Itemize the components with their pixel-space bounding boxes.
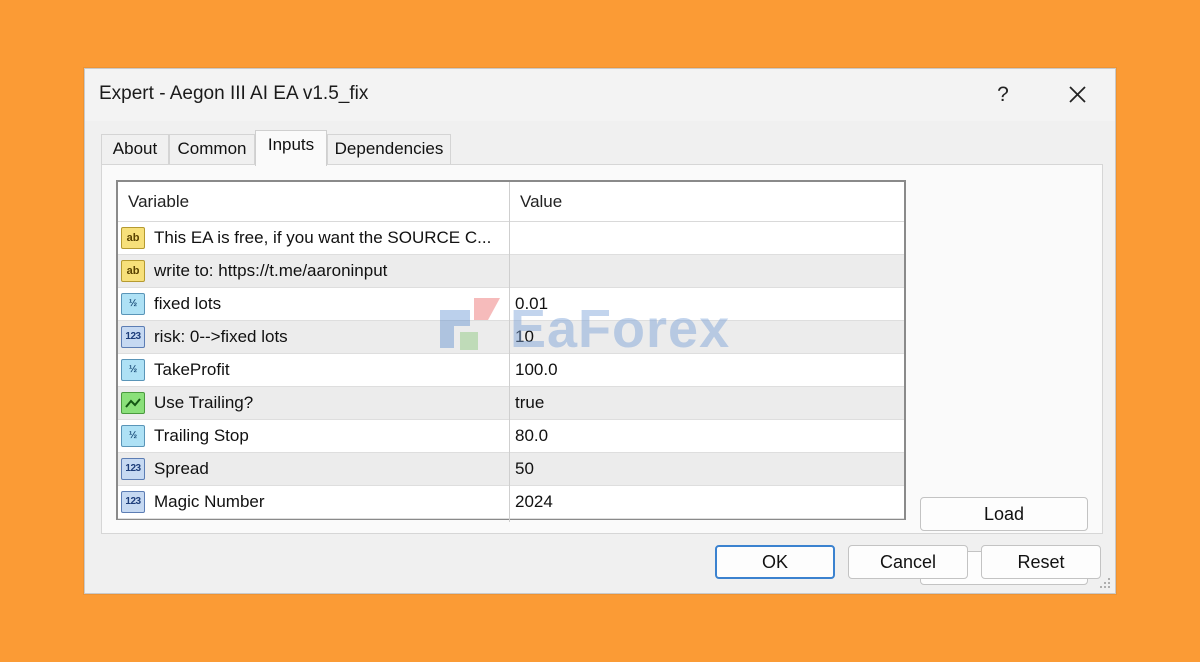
- table-row[interactable]: ½ TakeProfit 100.0: [118, 354, 904, 387]
- row-variable: This EA is free, if you want the SOURCE …: [154, 228, 492, 247]
- table-row[interactable]: 123 Spread 50: [118, 453, 904, 486]
- column-divider[interactable]: [509, 182, 510, 522]
- tab-about[interactable]: About: [101, 134, 169, 164]
- row-variable: Spread: [154, 459, 209, 478]
- row-value[interactable]: 100.0: [515, 360, 558, 380]
- double-icon: ½: [121, 425, 145, 447]
- bool-icon: [121, 392, 145, 414]
- integer-icon: 123: [121, 491, 145, 513]
- table-row[interactable]: ½ Trailing Stop 80.0: [118, 420, 904, 453]
- row-variable: TakeProfit: [154, 360, 230, 379]
- row-variable: fixed lots: [154, 294, 222, 313]
- row-value[interactable]: 50: [515, 459, 534, 479]
- double-icon: ½: [121, 293, 145, 315]
- tab-common[interactable]: Common: [169, 134, 255, 164]
- inputs-grid: Variable Value ab This EA is free, if yo…: [116, 180, 906, 522]
- double-icon: ½: [121, 359, 145, 381]
- help-button[interactable]: ?: [985, 79, 1021, 111]
- reset-button[interactable]: Reset: [981, 545, 1101, 579]
- table-row[interactable]: 123 Magic Number 2024: [118, 486, 904, 519]
- string-icon: ab: [121, 260, 145, 282]
- load-button[interactable]: Load: [920, 497, 1088, 531]
- row-variable: Trailing Stop: [154, 426, 249, 445]
- row-variable: Use Trailing?: [154, 393, 254, 412]
- table-row[interactable]: ab This EA is free, if you want the SOUR…: [118, 222, 904, 255]
- row-value[interactable]: 2024: [515, 492, 553, 512]
- title-bar: Expert - Aegon III AI EA v1.5_fix ?: [85, 69, 1115, 121]
- tab-dependencies[interactable]: Dependencies: [327, 134, 451, 164]
- table-row[interactable]: Use Trailing? true: [118, 387, 904, 420]
- grid-header: Variable Value: [118, 182, 904, 222]
- row-value[interactable]: 10: [515, 327, 534, 347]
- row-value[interactable]: true: [515, 393, 544, 413]
- table-row[interactable]: ½ fixed lots 0.01: [118, 288, 904, 321]
- row-value[interactable]: 0.01: [515, 294, 548, 314]
- column-header-variable[interactable]: Variable: [128, 192, 189, 212]
- window-title: Expert - Aegon III AI EA v1.5_fix: [99, 83, 369, 104]
- column-header-value[interactable]: Value: [520, 192, 562, 212]
- integer-icon: 123: [121, 458, 145, 480]
- cancel-button[interactable]: Cancel: [848, 545, 968, 579]
- string-icon: ab: [121, 227, 145, 249]
- row-value[interactable]: 80.0: [515, 426, 548, 446]
- row-variable: risk: 0-->fixed lots: [154, 327, 288, 346]
- table-row[interactable]: ab write to: https://t.me/aaroninput: [118, 255, 904, 288]
- resize-grip-icon[interactable]: [1099, 577, 1111, 589]
- row-variable: Magic Number: [154, 492, 265, 511]
- tab-inputs[interactable]: Inputs: [255, 130, 327, 166]
- row-variable: write to: https://t.me/aaroninput: [154, 261, 388, 280]
- close-button[interactable]: [1059, 77, 1095, 113]
- ok-button[interactable]: OK: [715, 545, 835, 579]
- inputs-panel: Variable Value ab This EA is free, if yo…: [101, 164, 1103, 585]
- integer-icon: 123: [121, 326, 145, 348]
- bool-glyph-icon: [125, 398, 141, 408]
- expert-dialog: Expert - Aegon III AI EA v1.5_fix ? Abou…: [84, 68, 1116, 594]
- table-row[interactable]: 123 risk: 0-->fixed lots 10: [118, 321, 904, 354]
- close-icon: [1069, 86, 1086, 103]
